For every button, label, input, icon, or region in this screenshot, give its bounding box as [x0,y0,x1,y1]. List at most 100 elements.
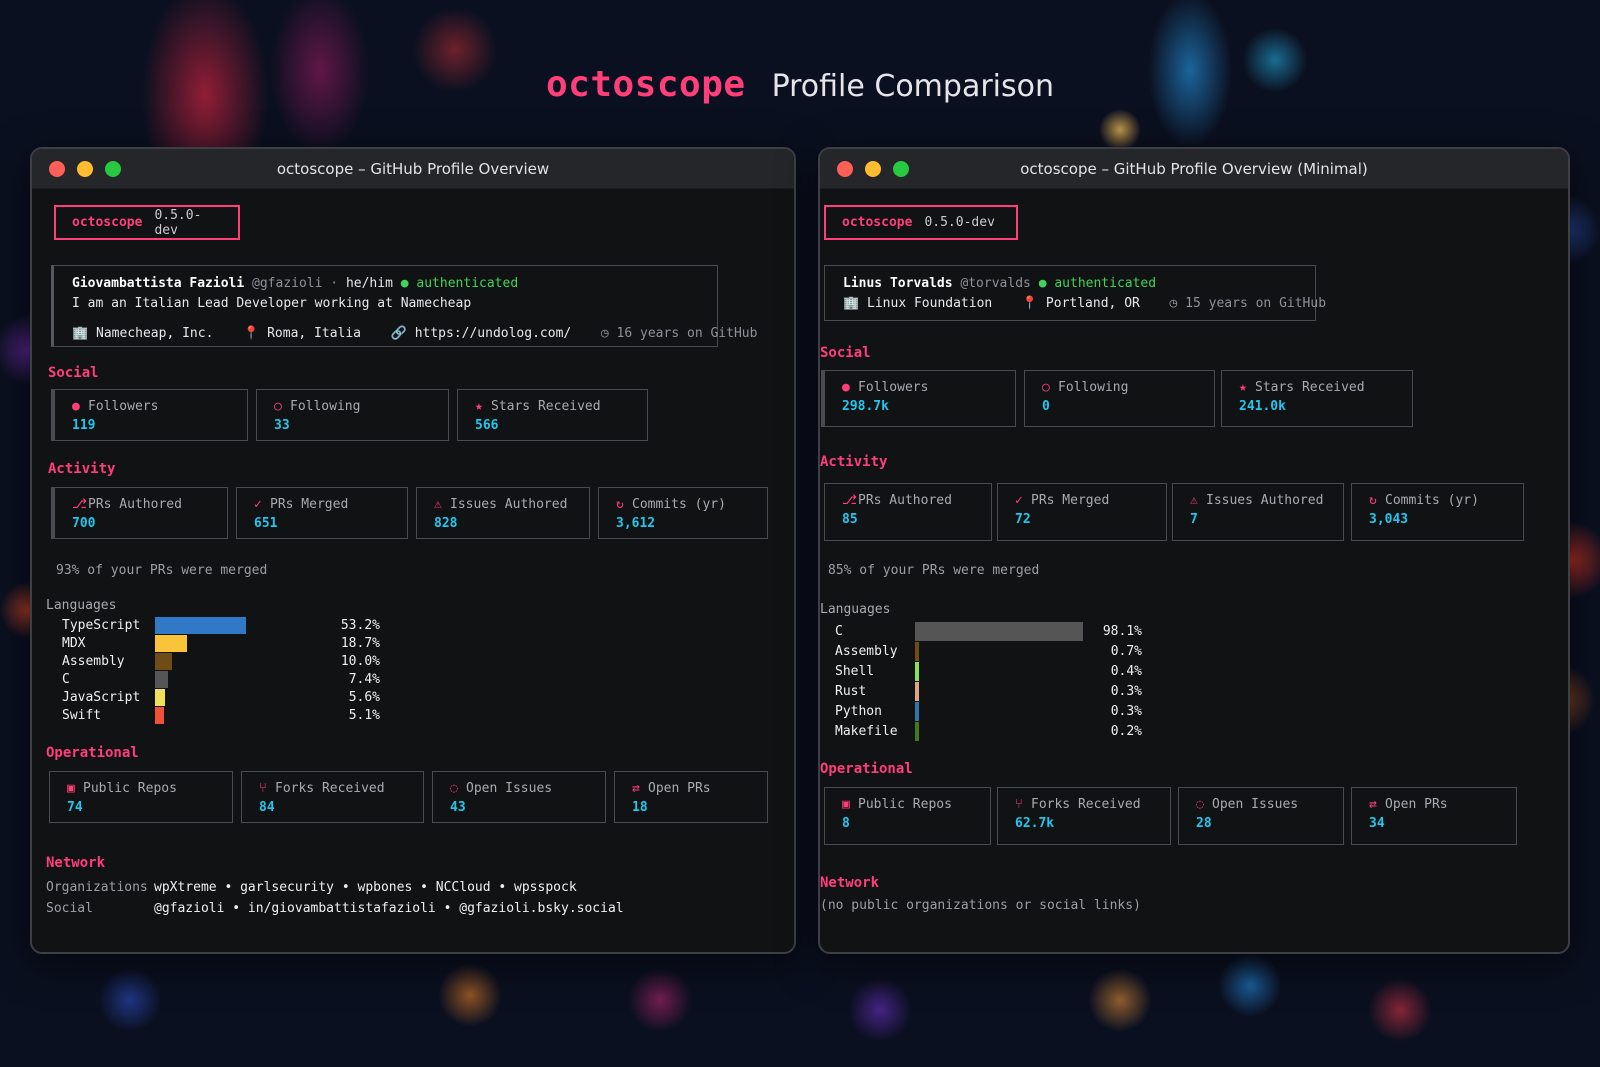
orgs-label: Organizations [46,880,148,895]
stat-value: 34 [1369,816,1385,831]
language-percent: 0.7% [1110,643,1142,659]
language-row: C 7.4% [62,670,382,688]
languages-title: Languages [820,602,891,617]
stat-card-stars: ★ Stars Received 566 [457,389,648,441]
language-row: Swift 5.1% [62,706,382,724]
stat-value: 74 [67,800,83,815]
close-button[interactable] [837,161,853,177]
merge-rate-note: 85% of your PRs were merged [828,563,1040,578]
language-percent: 10.0% [340,653,380,669]
stat-label: PRs Merged [270,497,349,512]
stat-card-commits: ↻ Commits (yr) 3,612 [598,487,768,539]
stat-card-following: ○ Following 33 [256,389,449,441]
stat-card-prs-merged: ✓ PRs Merged 72 [997,483,1167,541]
minimize-button[interactable] [865,161,881,177]
stat-card-prs-authored: ⎇PRs Authored 85 [824,483,992,541]
language-row: Rust 0.3% [835,681,1155,701]
orgs-list[interactable]: wpXtreme • garlsecurity • wpbones • NCCl… [154,880,577,895]
stat-label: Open PRs [1385,797,1448,812]
stat-card-stars: ★ Stars Received 241.0k [1221,370,1413,427]
stat-value: 33 [274,418,290,433]
profile-bio: I am an Italian Lead Developer working a… [72,296,472,311]
profile-company: Namecheap, Inc. [96,326,214,341]
window-profile-overview: octoscope – GitHub Profile Overview octo… [30,147,796,954]
repo-icon: ▣ [842,797,850,812]
pull-request-icon: ⎇ [842,493,857,508]
warning-icon: ⚠ [1190,493,1198,508]
profile-location: Portland, OR [1045,296,1140,311]
section-activity: Activity [48,461,116,477]
stat-label: Open Issues [466,781,553,796]
stat-value: 3,043 [1369,512,1409,527]
stat-card-forks: ⑂ Forks Received 84 [241,771,424,823]
language-percent: 53.2% [340,617,380,633]
window-titlebar[interactable]: octoscope – GitHub Profile Overview (Min… [820,149,1568,189]
stat-label: Commits (yr) [632,497,726,512]
link-icon: 🔗 [390,326,407,341]
profile-header-line: Giovambattista Fazioli @gfazioli · he/hi… [72,274,701,294]
profile-handle[interactable]: @torvalds [960,276,1030,291]
section-social: Social [48,365,99,381]
stat-card-followers: ● Followers 119 [51,389,248,441]
language-row: Makefile 0.2% [835,721,1155,741]
window-profile-overview-minimal: octoscope – GitHub Profile Overview (Min… [818,147,1570,954]
pin-icon: 📍 [243,326,260,341]
language-row: Assembly 10.0% [62,652,382,670]
pin-icon: 📍 [1021,296,1039,311]
language-row: Shell 0.4% [835,661,1155,681]
profile-meta-line: 🏢 Namecheap, Inc. 📍 Roma, Italia 🔗 https… [72,324,757,344]
profile-website[interactable]: https://undolog.com/ [415,326,572,341]
profile-handle[interactable]: @gfazioli [252,276,322,291]
stat-value: 119 [72,418,96,433]
stat-card-open-prs: ⇄ Open PRs 34 [1351,787,1517,845]
social-links[interactable]: @gfazioli • in/giovambattistafazioli • @… [154,901,624,916]
profile-pronouns: he/him [345,276,393,291]
social-links-label: Social [46,901,93,916]
pull-request-icon: ⎇ [72,497,87,512]
page-header: octoscope Profile Comparison [0,64,1600,120]
language-percent: 18.7% [340,635,380,651]
stat-label: Following [1058,380,1129,395]
profile-years: 15 years on GitHub [1185,296,1327,311]
profile-name: Linus Torvalds [843,276,953,291]
maximize-button[interactable] [893,161,909,177]
stat-value: 566 [475,418,499,433]
network-orgs-row: Organizations wpXtreme • garlsecurity • w… [46,876,577,895]
minimize-button[interactable] [77,161,93,177]
followers-icon: ● [72,399,80,414]
profile-years: 16 years on GitHub [616,326,758,341]
stat-label: Forks Received [275,781,385,796]
close-button[interactable] [49,161,65,177]
stat-card-issues-authored: ⚠ Issues Authored 7 [1172,483,1344,541]
stat-label: Followers [858,380,929,395]
clock-icon: ◷ [600,326,609,341]
stat-value: 28 [1196,816,1212,831]
stat-card-prs-authored: ⎇PRs Authored 700 [51,487,228,539]
language-row: TypeScript 53.2% [62,616,382,634]
window-content: octoscope 0.5.0-dev Linus Torvalds @torv… [820,189,1568,952]
stat-value: 298.7k [842,399,889,414]
star-icon: ★ [475,399,483,414]
building-icon: 🏢 [843,296,860,311]
maximize-button[interactable] [105,161,121,177]
app-badge: octoscope 0.5.0-dev [54,205,240,240]
stat-value: 72 [1015,512,1031,527]
fork-icon: ⑂ [259,781,267,796]
clock-icon: ◷ [1169,296,1178,311]
stat-value: 828 [434,516,458,531]
profile-name: Giovambattista Fazioli [72,276,245,291]
language-percent: 0.3% [1110,683,1142,699]
window-content: octoscope 0.5.0-dev Giovambattista Fazio… [32,189,794,952]
issue-icon: ◌ [450,781,458,796]
section-activity: Activity [820,454,888,470]
open-pr-icon: ⇄ [632,781,640,796]
app-version: 0.5.0-dev [924,215,995,230]
section-social: Social [820,345,871,361]
window-titlebar[interactable]: octoscope – GitHub Profile Overview [32,149,794,189]
auth-status: ● authenticated [1038,276,1157,291]
profile-card: Giovambattista Fazioli @gfazioli · he/hi… [51,265,757,347]
merge-rate-note: 93% of your PRs were merged [56,563,268,578]
language-row: C 98.1% [835,621,1155,641]
fork-icon: ⑂ [1015,797,1023,812]
stat-value: 651 [254,516,278,531]
